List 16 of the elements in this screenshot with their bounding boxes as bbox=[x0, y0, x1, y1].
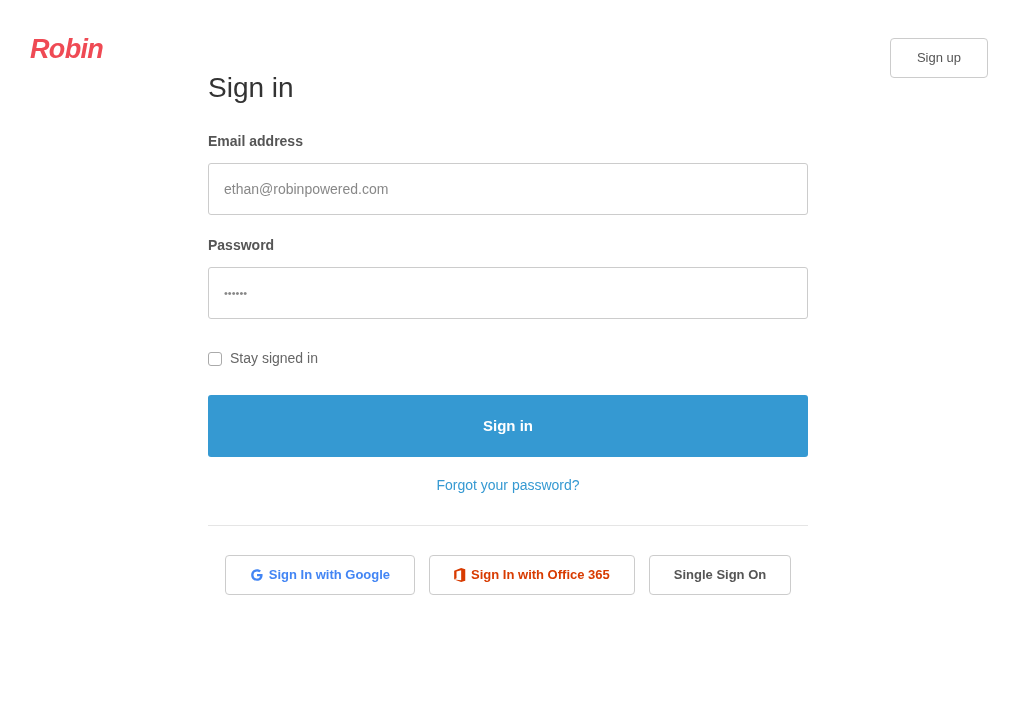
password-field[interactable]: •••••• bbox=[208, 267, 808, 319]
office-icon bbox=[454, 568, 467, 582]
sso-button[interactable]: Single Sign On bbox=[648, 555, 792, 595]
checkbox-label: Stay signed in bbox=[230, 349, 318, 368]
sso-button[interactable]: Sign In with Google bbox=[224, 555, 416, 595]
sign-in-button[interactable]: Sign in bbox=[208, 395, 808, 457]
field-label: Email address bbox=[208, 132, 304, 151]
field-label: Password bbox=[208, 236, 276, 255]
email-field[interactable]: ethan@robinpowered.com bbox=[208, 163, 808, 215]
forgot-password-link[interactable]: Forgot your password? bbox=[436, 475, 580, 496]
page-title: Sign in bbox=[208, 74, 295, 102]
checkbox[interactable] bbox=[208, 351, 222, 366]
signup-button[interactable]: Sign up bbox=[890, 38, 988, 78]
logo: Robin bbox=[30, 36, 104, 63]
sso-button[interactable]: Sign In with Office 365 bbox=[429, 555, 635, 595]
google-icon bbox=[249, 568, 264, 582]
